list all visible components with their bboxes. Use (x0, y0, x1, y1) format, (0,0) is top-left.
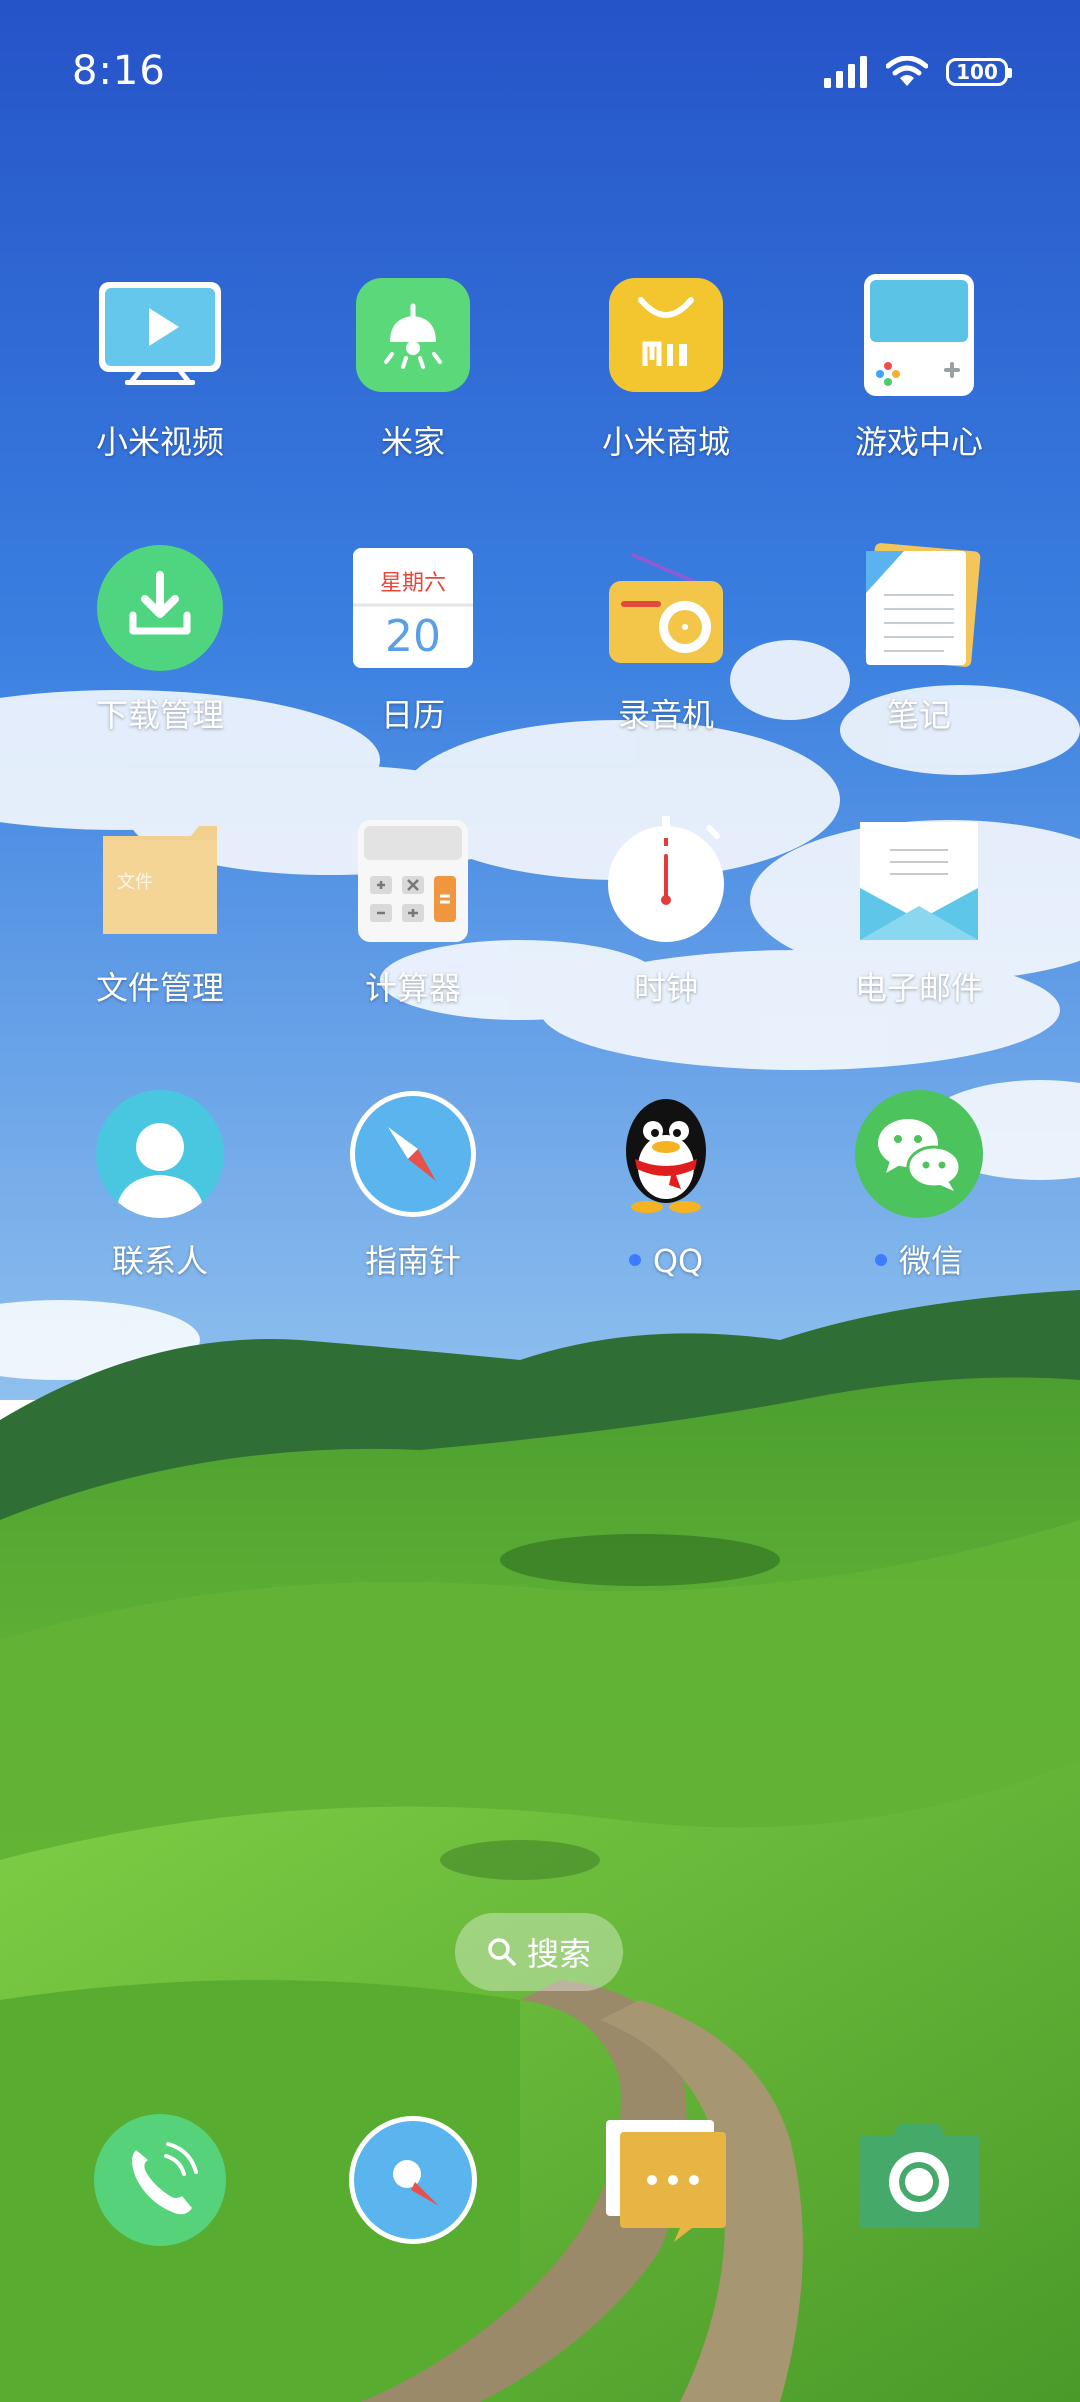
app-label: 小米商城 (601, 423, 730, 461)
dock-camera[interactable] (849, 2110, 989, 2250)
wechat-icon (855, 1090, 983, 1218)
camera-icon (859, 2124, 979, 2228)
shopping-bag-mi-icon (609, 278, 723, 392)
app-label: 录音机 (617, 696, 714, 734)
new-indicator-dot (628, 1254, 641, 1266)
download-icon (97, 545, 223, 671)
lamp-icon (356, 278, 470, 392)
app-label: 微信 (819, 1241, 1019, 1281)
app-compass[interactable]: 指南针 (313, 1089, 513, 1281)
app-contacts[interactable]: 联系人 (60, 1089, 260, 1281)
app-label: 笔记 (886, 696, 951, 734)
app-label: 电子邮件 (854, 969, 983, 1007)
battery-icon: 100 (946, 58, 1012, 86)
game-console-icon (864, 274, 974, 396)
app-label: QQ (566, 1241, 766, 1281)
app-download-manager[interactable]: 下载管理 (60, 543, 260, 735)
app-file-manager[interactable]: 文件 文件管理 (60, 816, 260, 1008)
calculator-icon (358, 820, 468, 942)
folder-icon: 文件 (103, 826, 217, 934)
folder-text: 文件 (117, 872, 153, 893)
calendar-weekday: 星期六 (380, 571, 446, 596)
calendar-icon: 星期六 20 (353, 548, 473, 668)
app-label: 下载管理 (95, 696, 224, 734)
browser-icon (349, 2116, 477, 2244)
contact-person-icon (96, 1090, 224, 1218)
app-calendar[interactable]: 星期六 20 日历 (313, 543, 513, 735)
dock-phone[interactable] (90, 2110, 230, 2250)
app-recorder[interactable]: 录音机 (566, 543, 766, 735)
radio-icon (609, 553, 723, 663)
qq-penguin-icon (626, 1099, 706, 1213)
app-label: 游戏中心 (854, 423, 983, 461)
app-game-center[interactable]: 游戏中心 (819, 270, 1019, 462)
app-label: 计算器 (364, 969, 461, 1007)
wifi-icon (886, 56, 928, 86)
app-label: 联系人 (111, 1242, 208, 1280)
app-label: 文件管理 (95, 969, 224, 1007)
dock-browser[interactable] (343, 2110, 483, 2250)
calendar-day: 20 (385, 611, 441, 662)
app-label: 日历 (380, 696, 445, 734)
app-clock[interactable]: 时钟 (566, 816, 766, 1008)
envelope-icon (860, 822, 978, 940)
compass-icon (350, 1091, 476, 1217)
app-wechat[interactable]: 微信 (819, 1089, 1019, 1281)
new-indicator-dot (874, 1254, 887, 1266)
stopwatch-icon (608, 816, 724, 942)
search-button[interactable]: 搜索 (455, 1913, 623, 1991)
status-bar: 8:16 100 (0, 0, 1080, 150)
app-label: 小米视频 (95, 423, 224, 461)
app-label: 时钟 (633, 969, 698, 1007)
app-email[interactable]: 电子邮件 (819, 816, 1019, 1008)
signal-icon (824, 56, 867, 88)
search-icon (488, 1938, 516, 1966)
search-label: 搜索 (526, 1935, 591, 1973)
messages-icon (606, 2120, 726, 2242)
app-calculator[interactable]: 计算器 (313, 816, 513, 1008)
dock (0, 2110, 1080, 2250)
app-qq[interactable]: QQ (566, 1089, 766, 1281)
app-xiaomi-video[interactable]: 小米视频 (60, 270, 260, 462)
app-xiaomi-mall[interactable]: 小米商城 (566, 270, 766, 462)
status-time: 8:16 (72, 48, 166, 94)
app-label: 米家 (380, 423, 445, 461)
dock-messages[interactable] (596, 2110, 736, 2250)
phone-icon (94, 2114, 226, 2246)
status-icons: 100 (824, 56, 1012, 88)
app-notes[interactable]: 笔记 (819, 543, 1019, 735)
app-mijia[interactable]: 米家 (313, 270, 513, 462)
app-label: 指南针 (364, 1242, 461, 1280)
tv-play-icon (99, 282, 221, 385)
notes-icon (865, 543, 981, 667)
